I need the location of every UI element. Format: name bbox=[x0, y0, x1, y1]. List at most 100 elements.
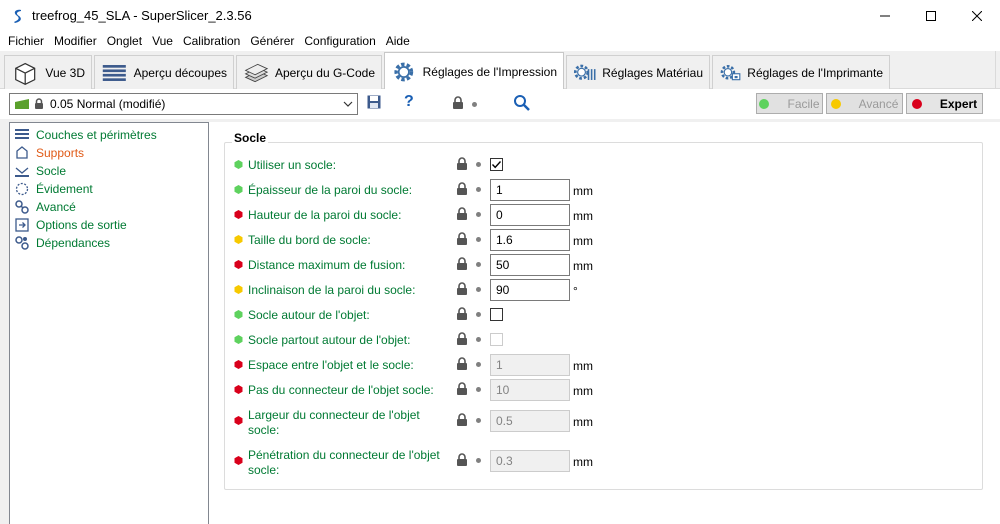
mode-advanced-button[interactable]: Avancé bbox=[826, 93, 903, 114]
mode-expert-indicator-icon bbox=[234, 385, 243, 394]
setting-label: Socle autour de l'objet: bbox=[248, 308, 370, 322]
minimize-button[interactable] bbox=[862, 0, 908, 31]
lock-icon[interactable] bbox=[456, 282, 468, 296]
setting-input[interactable] bbox=[490, 379, 570, 401]
mode-expert-button[interactable]: Expert bbox=[906, 93, 983, 114]
setting-label: Taille du bord de socle: bbox=[248, 233, 371, 247]
lock-icon[interactable] bbox=[456, 307, 468, 321]
setting-row: Pas du connecteur de l'objet socle: mm bbox=[234, 379, 974, 401]
lock-icon[interactable] bbox=[456, 357, 468, 371]
save-icon[interactable] bbox=[367, 95, 381, 109]
system-value-dot-icon[interactable] bbox=[476, 337, 481, 342]
lock-icon[interactable] bbox=[456, 232, 468, 246]
settings-toolbar: 0.05 Normal (modifié) ? Facile Avancé Ex… bbox=[0, 89, 1000, 119]
setting-input[interactable] bbox=[490, 450, 570, 472]
mode-expert-indicator-icon bbox=[234, 416, 243, 425]
dependencies-icon bbox=[15, 236, 29, 250]
tree-item-hollowing[interactable]: Évidement bbox=[15, 181, 93, 197]
setting-checkbox[interactable] bbox=[490, 158, 503, 171]
menu-fichier[interactable]: Fichier bbox=[4, 34, 48, 48]
system-value-dot-icon[interactable] bbox=[476, 418, 481, 423]
minimize-icon bbox=[880, 15, 890, 16]
tree-item-advanced[interactable]: Avancé bbox=[15, 199, 76, 215]
menu-onglet[interactable]: Onglet bbox=[103, 34, 146, 48]
mode-expert-dot-icon bbox=[911, 98, 922, 109]
tab-bar: Vue 3D Aperçu découpes Aperçu du G-Code bbox=[0, 51, 1000, 90]
maximize-icon bbox=[926, 10, 936, 21]
setting-input[interactable] bbox=[490, 279, 570, 301]
tree-item-dependencies[interactable]: Dépendances bbox=[15, 235, 110, 251]
menu-generer[interactable]: Générer bbox=[246, 34, 298, 48]
setting-label: Largeur du connecteur de l'objet socle: bbox=[248, 408, 420, 437]
preset-dropdown[interactable]: 0.05 Normal (modifié) bbox=[9, 93, 358, 115]
output-icon bbox=[15, 218, 29, 232]
mode-expert-label: Expert bbox=[939, 96, 978, 111]
menu-configuration[interactable]: Configuration bbox=[300, 34, 379, 48]
lock-icon[interactable] bbox=[456, 382, 468, 396]
system-value-dot-icon[interactable] bbox=[476, 212, 481, 217]
mode-easy-dot-icon bbox=[759, 98, 770, 109]
lock-icon[interactable] bbox=[452, 96, 464, 110]
tab-slice-preview[interactable]: Aperçu découpes bbox=[94, 55, 234, 89]
mode-expert-indicator-icon bbox=[234, 210, 243, 219]
menu-calibration[interactable]: Calibration bbox=[179, 34, 244, 48]
lock-icon[interactable] bbox=[456, 453, 468, 467]
system-value-dot-icon[interactable] bbox=[476, 237, 481, 242]
tab-print-settings[interactable]: Réglages de l'Impression bbox=[384, 52, 564, 90]
tree-item-layers-perimeters[interactable]: Couches et périmètres bbox=[15, 127, 157, 143]
menu-modifier[interactable]: Modifier bbox=[50, 34, 101, 48]
maximize-button[interactable] bbox=[908, 0, 954, 31]
tab-3d-view[interactable]: Vue 3D bbox=[4, 55, 92, 89]
setting-input[interactable] bbox=[490, 229, 570, 251]
mode-easy-button[interactable]: Facile bbox=[756, 93, 823, 114]
system-value-dot-icon[interactable] bbox=[476, 187, 481, 192]
gear-icon bbox=[394, 62, 414, 81]
tree-item-label: Couches et périmètres bbox=[36, 128, 157, 142]
search-icon[interactable] bbox=[513, 94, 531, 112]
group-title: Socle bbox=[232, 131, 269, 145]
app-window: treefrog_45_SLA - SuperSlicer_2.3.56 Fic… bbox=[0, 0, 1000, 524]
system-value-dot-icon[interactable] bbox=[476, 162, 481, 167]
mode-simple-indicator-icon bbox=[234, 310, 243, 319]
lock-icon[interactable] bbox=[456, 182, 468, 196]
menu-aide[interactable]: Aide bbox=[382, 34, 414, 48]
lock-icon[interactable] bbox=[456, 157, 468, 171]
setting-input[interactable] bbox=[490, 179, 570, 201]
tree-item-supports[interactable]: Supports bbox=[15, 145, 84, 161]
setting-label: Utiliser un socle: bbox=[248, 158, 337, 172]
help-icon[interactable]: ? bbox=[404, 93, 414, 111]
system-value-dot-icon[interactable] bbox=[476, 287, 481, 292]
settings-panel: Socle Utiliser un socle: Épaisseur de la … bbox=[209, 122, 1000, 524]
setting-input[interactable] bbox=[490, 204, 570, 226]
tree-item-output-options[interactable]: Options de sortie bbox=[15, 217, 127, 233]
tab-printer-settings-label: Réglages de l'Imprimante bbox=[747, 65, 883, 80]
setting-checkbox[interactable] bbox=[490, 333, 503, 346]
lock-icon[interactable] bbox=[456, 257, 468, 271]
setting-row: Espace entre l'objet et le socle: mm bbox=[234, 354, 974, 376]
system-value-dot-icon[interactable] bbox=[476, 387, 481, 392]
setting-input[interactable] bbox=[490, 354, 570, 376]
system-value-dot-icon[interactable] bbox=[476, 312, 481, 317]
tree-item-label: Évidement bbox=[36, 182, 93, 196]
lock-icon[interactable] bbox=[456, 413, 468, 427]
menu-vue[interactable]: Vue bbox=[148, 34, 177, 48]
superslicer-logo-icon bbox=[14, 9, 21, 23]
system-value-dot-icon[interactable] bbox=[476, 262, 481, 267]
tab-gcode-preview[interactable]: Aperçu du G-Code bbox=[236, 55, 382, 89]
setting-unit: mm bbox=[573, 455, 593, 469]
setting-input[interactable] bbox=[490, 254, 570, 276]
lock-icon[interactable] bbox=[456, 207, 468, 221]
tree-item-label: Dépendances bbox=[36, 236, 111, 250]
tree-item-pad[interactable]: Socle bbox=[15, 163, 67, 179]
lock-icon[interactable] bbox=[456, 332, 468, 346]
setting-row: Largeur du connecteur de l'objet socle: m… bbox=[234, 408, 974, 437]
close-button[interactable] bbox=[954, 0, 1000, 31]
tab-printer-settings[interactable]: Réglages de l'Imprimante bbox=[712, 55, 890, 89]
lock-icon bbox=[35, 98, 43, 109]
setting-input[interactable] bbox=[490, 410, 570, 432]
system-value-dot-icon[interactable] bbox=[476, 458, 481, 463]
tab-material-settings[interactable]: Réglages Matériau bbox=[566, 55, 710, 89]
setting-checkbox[interactable] bbox=[490, 308, 503, 321]
setting-row: Socle partout autour de l'objet: bbox=[234, 329, 974, 351]
system-value-dot-icon[interactable] bbox=[476, 362, 481, 367]
